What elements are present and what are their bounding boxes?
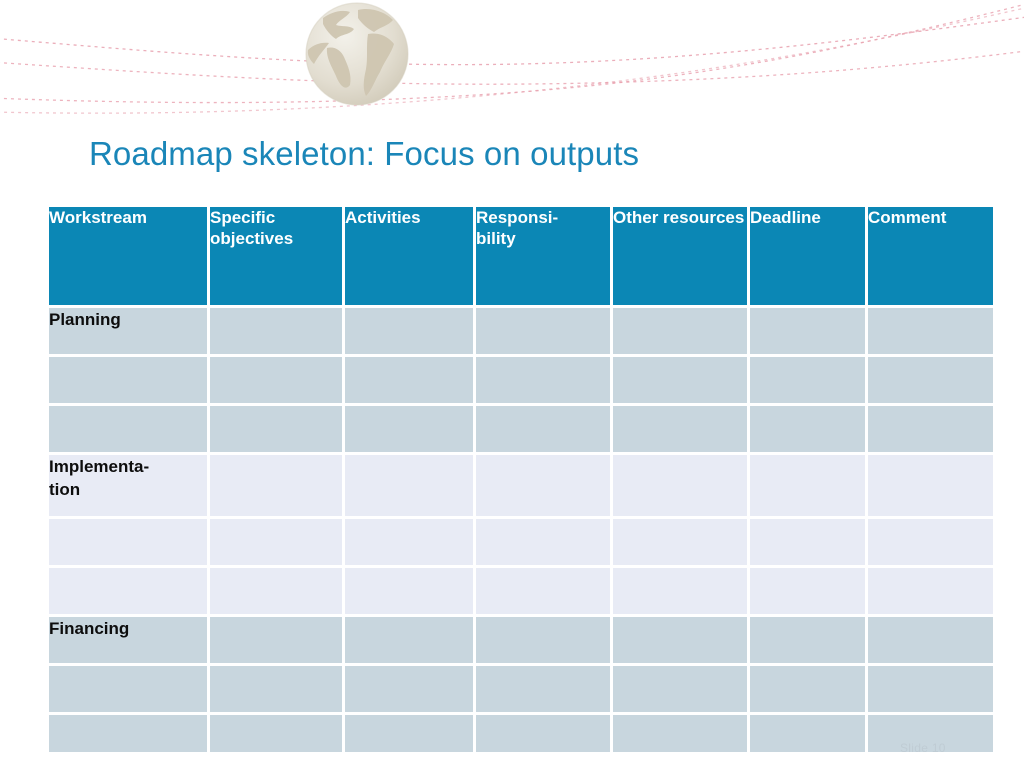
table-row: Implementa- tion — [49, 455, 993, 519]
cell-empty[interactable] — [613, 666, 750, 715]
cell-empty[interactable] — [476, 519, 613, 568]
table-row — [49, 519, 993, 568]
cell-empty[interactable] — [345, 519, 476, 568]
cell-workstream[interactable]: Financing — [49, 617, 210, 666]
table-row: Planning — [49, 308, 993, 357]
cell-workstream[interactable] — [49, 519, 210, 568]
page-title: Roadmap skeleton: Focus on outputs — [89, 135, 640, 172]
dotted-curves-decoration — [0, 3, 1024, 114]
cell-empty[interactable] — [613, 308, 750, 357]
cell-empty[interactable] — [868, 308, 993, 357]
cell-empty[interactable] — [476, 357, 613, 406]
cell-empty[interactable] — [868, 357, 993, 406]
cell-workstream[interactable] — [49, 357, 210, 406]
cell-empty[interactable] — [345, 308, 476, 357]
cell-workstream[interactable] — [49, 568, 210, 617]
column-header-comment: Comment — [868, 207, 993, 308]
cell-empty[interactable] — [750, 406, 868, 455]
cell-empty[interactable] — [345, 357, 476, 406]
cell-empty[interactable] — [750, 666, 868, 715]
column-header-deadline: Deadline — [750, 207, 868, 308]
slide-bottom-edge — [0, 752, 1024, 768]
cell-empty[interactable] — [613, 357, 750, 406]
column-header-activities: Activities — [345, 207, 476, 308]
cell-empty[interactable] — [613, 406, 750, 455]
cell-empty[interactable] — [868, 666, 993, 715]
cell-empty[interactable] — [750, 568, 868, 617]
globe-icon — [305, 2, 409, 106]
cell-empty[interactable] — [868, 519, 993, 568]
table-row — [49, 357, 993, 406]
column-header-responsibility: Responsi- bility — [476, 207, 613, 308]
header-decoration-band — [0, 0, 1024, 125]
cell-empty[interactable] — [750, 617, 868, 666]
cell-empty[interactable] — [210, 455, 345, 519]
cell-empty[interactable] — [868, 455, 993, 519]
cell-empty[interactable] — [750, 519, 868, 568]
cell-empty[interactable] — [750, 455, 868, 519]
cell-empty[interactable] — [210, 666, 345, 715]
table-row — [49, 406, 993, 455]
table-body: Planning Implementa- tion Financing — [49, 308, 993, 764]
cell-workstream[interactable] — [49, 406, 210, 455]
cell-empty[interactable] — [345, 455, 476, 519]
cell-empty[interactable] — [476, 406, 613, 455]
cell-empty[interactable] — [868, 568, 993, 617]
cell-empty[interactable] — [613, 519, 750, 568]
cell-empty[interactable] — [750, 357, 868, 406]
cell-workstream[interactable]: Implementa- tion — [49, 455, 210, 519]
cell-empty[interactable] — [476, 568, 613, 617]
table-row — [49, 666, 993, 715]
table-row: Financing — [49, 617, 993, 666]
column-header-specific-objectives: Specific objectives — [210, 207, 345, 308]
cell-empty[interactable] — [476, 308, 613, 357]
cell-empty[interactable] — [613, 455, 750, 519]
cell-empty[interactable] — [210, 568, 345, 617]
cell-empty[interactable] — [345, 406, 476, 455]
roadmap-table: Workstream Specific objectives Activitie… — [49, 207, 993, 764]
cell-empty[interactable] — [210, 357, 345, 406]
cell-empty[interactable] — [210, 308, 345, 357]
table-header-row: Workstream Specific objectives Activitie… — [49, 207, 993, 308]
cell-empty[interactable] — [345, 617, 476, 666]
cell-empty[interactable] — [476, 455, 613, 519]
cell-empty[interactable] — [476, 666, 613, 715]
cell-empty[interactable] — [750, 308, 868, 357]
cell-workstream[interactable] — [49, 666, 210, 715]
column-header-other-resources: Other resources — [613, 207, 750, 308]
cell-empty[interactable] — [613, 568, 750, 617]
slide-number: Slide 10 — [900, 741, 946, 755]
cell-empty[interactable] — [210, 406, 345, 455]
cell-empty[interactable] — [345, 666, 476, 715]
column-header-workstream: Workstream — [49, 207, 210, 308]
cell-workstream[interactable]: Planning — [49, 308, 210, 357]
cell-empty[interactable] — [345, 568, 476, 617]
cell-empty[interactable] — [476, 617, 613, 666]
cell-empty[interactable] — [868, 406, 993, 455]
cell-empty[interactable] — [210, 617, 345, 666]
cell-empty[interactable] — [868, 617, 993, 666]
cell-empty[interactable] — [613, 617, 750, 666]
table-row — [49, 568, 993, 617]
cell-empty[interactable] — [210, 519, 345, 568]
